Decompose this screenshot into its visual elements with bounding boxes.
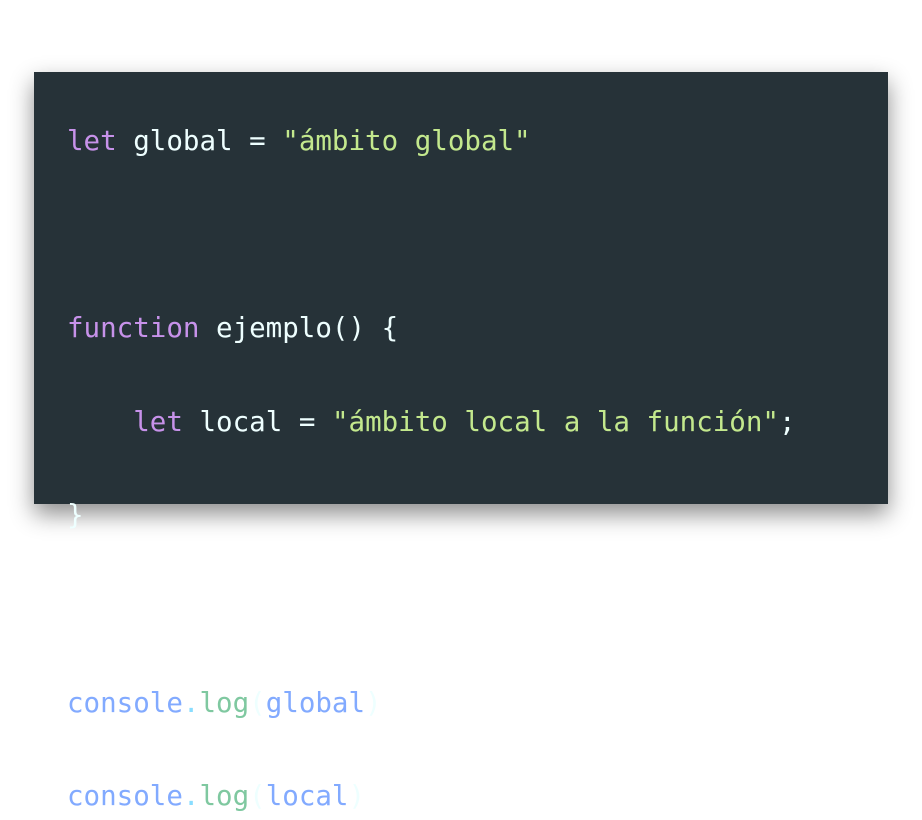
- paren-open: (: [249, 686, 266, 719]
- closing-brace: }: [67, 499, 84, 532]
- code-line-6-empty: [67, 586, 796, 633]
- log-method: log: [199, 686, 250, 719]
- paren-open: (: [249, 780, 266, 813]
- semicolon: ;: [778, 405, 796, 438]
- assign-operator: =: [298, 405, 316, 438]
- keyword-let: let: [67, 125, 117, 157]
- code-line-2-empty: [67, 212, 796, 259]
- argument: local: [265, 780, 349, 813]
- code-line-5: }: [67, 492, 796, 539]
- function-name: ejemplo: [216, 312, 332, 345]
- console-object: console: [67, 686, 183, 719]
- function-params-open: () {: [331, 312, 399, 345]
- paren-close: ): [348, 780, 366, 813]
- console-object: console: [67, 780, 183, 813]
- assign-operator: =: [249, 125, 266, 157]
- dot-operator: .: [182, 686, 200, 719]
- variable-name: local: [199, 405, 283, 438]
- code-line-3: function ejemplo() {: [67, 305, 796, 352]
- code-line-8: console.log(local): [67, 773, 796, 820]
- string-literal: "ámbito local a la función": [331, 405, 779, 438]
- variable-name: global: [133, 125, 233, 157]
- dot-operator: .: [182, 780, 200, 813]
- code-line-1: let global = "ámbito global": [67, 118, 796, 165]
- code-block: let global = "ámbito global" function ej…: [67, 118, 796, 820]
- keyword-let: let: [133, 405, 183, 438]
- paren-close: ): [365, 686, 382, 719]
- log-method: log: [199, 780, 250, 813]
- code-snippet-panel: let global = "ámbito global" function ej…: [34, 72, 888, 812]
- code-line-4: let local = "ámbito local a la función";: [67, 399, 796, 446]
- string-literal: "ámbito global": [282, 125, 531, 157]
- code-line-7: console.log(global): [67, 680, 796, 727]
- keyword-function: function: [67, 312, 200, 345]
- argument: global: [265, 686, 366, 719]
